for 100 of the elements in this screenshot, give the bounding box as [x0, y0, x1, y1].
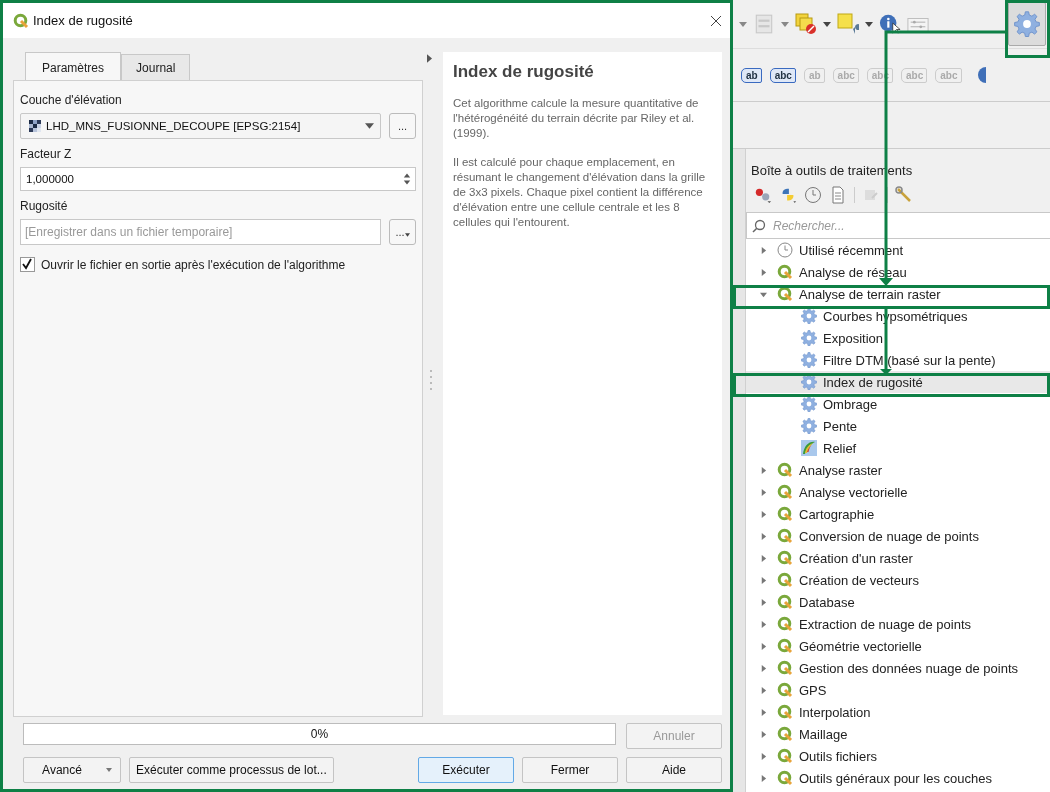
gear-icon [801, 374, 817, 390]
tree-item[interactable]: Outils fichiers [746, 745, 1050, 767]
gear-icon [801, 330, 817, 346]
field-label: Facteur Z [20, 147, 73, 161]
qgis-logo-icon [777, 726, 793, 742]
label-tool-button[interactable]: abc [769, 67, 796, 83]
tree-item[interactable]: Création d'un raster [746, 547, 1050, 569]
expand-arrow-icon[interactable] [760, 752, 767, 760]
panel-splitter[interactable] [733, 149, 746, 792]
field-label: Rugosité [20, 199, 69, 213]
expand-arrow-icon[interactable] [760, 466, 767, 474]
gear-icon [1014, 11, 1040, 37]
dialog-button[interactable]: Aide [626, 757, 722, 783]
expand-arrow-icon[interactable] [760, 268, 767, 276]
qgis-logo-icon [777, 638, 793, 654]
collapse-arrow-icon[interactable] [427, 54, 432, 63]
qgis-logo-icon [777, 264, 793, 280]
collapse-arrow-icon[interactable] [760, 290, 767, 298]
processing-toolbox-button[interactable] [1008, 2, 1046, 46]
tab[interactable]: Paramètres [25, 52, 122, 80]
expand-arrow-icon[interactable] [760, 730, 767, 738]
tree-item[interactable]: Outils généraux pour les couches [746, 767, 1050, 789]
qgis-logo-icon [13, 12, 29, 29]
clock-icon[interactable] [804, 186, 822, 204]
wrench-icon[interactable] [895, 186, 913, 204]
qgis-logo-icon [777, 550, 793, 566]
tree-item[interactable]: Analyse vectorielle [746, 481, 1050, 503]
expand-arrow-icon[interactable] [760, 686, 767, 694]
browse-button[interactable]: ... [389, 113, 416, 139]
qgis-logo-icon [777, 748, 793, 764]
tab[interactable]: Journal [121, 54, 191, 80]
raster-layer-icon [29, 120, 41, 132]
expand-arrow-icon[interactable] [760, 488, 767, 496]
output-file-field[interactable]: [Enregistrer dans un fichier temporaire] [20, 219, 381, 245]
gear-icon [801, 418, 817, 434]
qgis-logo-icon [777, 484, 793, 500]
tree-item[interactable]: Extraction de nuage de points [746, 613, 1050, 635]
expand-arrow-icon[interactable] [760, 642, 767, 650]
expand-arrow-icon[interactable] [760, 554, 767, 562]
tree-item[interactable]: Relief [746, 437, 1050, 459]
expand-arrow-icon[interactable] [760, 774, 767, 782]
spin-arrows-icon[interactable] [403, 172, 411, 186]
qgis-logo-icon [777, 572, 793, 588]
tree-item[interactable]: Géométrie vectorielle [746, 635, 1050, 657]
browse-menu-button[interactable]: ... [389, 219, 416, 245]
search-field[interactable]: Rechercher... [746, 212, 1050, 239]
tree-item[interactable]: Exposition [746, 327, 1050, 349]
caret-icon [404, 233, 410, 237]
caret-icon[interactable] [823, 21, 831, 27]
label-tool-button[interactable]: ab [741, 67, 762, 83]
tree-item[interactable]: Gestion des données nuage de points [746, 657, 1050, 679]
expand-arrow-icon[interactable] [760, 708, 767, 716]
dialog-button[interactable]: Fermer [522, 757, 618, 783]
tree-item[interactable]: Conversion de nuage de points [746, 525, 1050, 547]
expand-arrow-icon[interactable] [760, 532, 767, 540]
tree-item[interactable]: Filtre DTM (basé sur la pente) [746, 349, 1050, 371]
globe-icon[interactable] [975, 64, 986, 86]
tree-item[interactable]: Maillage [746, 723, 1050, 745]
expand-arrow-icon[interactable] [760, 664, 767, 672]
tree-item[interactable]: Cartographie [746, 503, 1050, 525]
caret-icon[interactable] [865, 21, 873, 27]
window-title: Index de rugosité [33, 13, 134, 28]
tree-item[interactable]: Pente [746, 415, 1050, 437]
checkbox-label[interactable]: Ouvrir le fichier en sortie après l'exécution de l'algorithme [41, 257, 346, 272]
number-spinbox[interactable]: 1,000000 [20, 167, 416, 191]
tree-item[interactable]: Ombrage [746, 393, 1050, 415]
expand-arrow-icon[interactable] [760, 510, 767, 518]
tree-item[interactable]: Création de vecteurs [746, 569, 1050, 591]
gear-icon [801, 352, 817, 368]
tree-item[interactable]: Database [746, 591, 1050, 613]
layer-dropdown[interactable]: LHD_MNS_FUSIONNE_DECOUPE [EPSG:2154] [20, 113, 381, 139]
batch-process-button[interactable]: Exécuter comme processus de lot... [129, 757, 334, 783]
help-title: Index de rugosité [453, 62, 595, 82]
dropdown-arrow-icon [365, 123, 374, 129]
expand-arrow-icon[interactable] [760, 576, 767, 584]
tree-item[interactable]: Analyse de terrain raster [746, 283, 1050, 305]
field-label: Couche d'élévation [20, 93, 123, 107]
checkbox[interactable] [20, 257, 35, 272]
expand-arrow-icon[interactable] [760, 620, 767, 628]
clock-icon [777, 242, 793, 258]
expand-arrow-icon[interactable] [760, 246, 767, 254]
highlight-frame [1005, 0, 1050, 58]
progress-text: 0% [310, 727, 329, 741]
relief-icon [801, 440, 817, 456]
expand-arrow-icon[interactable] [760, 598, 767, 606]
gear-icon [801, 308, 817, 324]
qgis-logo-icon [777, 660, 793, 676]
tree-item[interactable]: Interpolation [746, 701, 1050, 723]
advanced-menu-button[interactable]: Avancé [23, 757, 121, 783]
gear-icon [801, 396, 817, 412]
models-icon[interactable] [754, 186, 772, 204]
qgis-logo-icon [777, 286, 793, 302]
close-icon[interactable] [710, 14, 722, 27]
qgis-logo-icon [777, 528, 793, 544]
dialog-button[interactable]: Exécuter [418, 757, 514, 783]
tree-item[interactable]: Analyse raster [746, 459, 1050, 481]
tree-item[interactable]: GPS [746, 679, 1050, 701]
splitter-handle-icon[interactable] [430, 370, 433, 390]
qgis-logo-icon [777, 594, 793, 610]
qgis-logo-icon [777, 770, 793, 786]
